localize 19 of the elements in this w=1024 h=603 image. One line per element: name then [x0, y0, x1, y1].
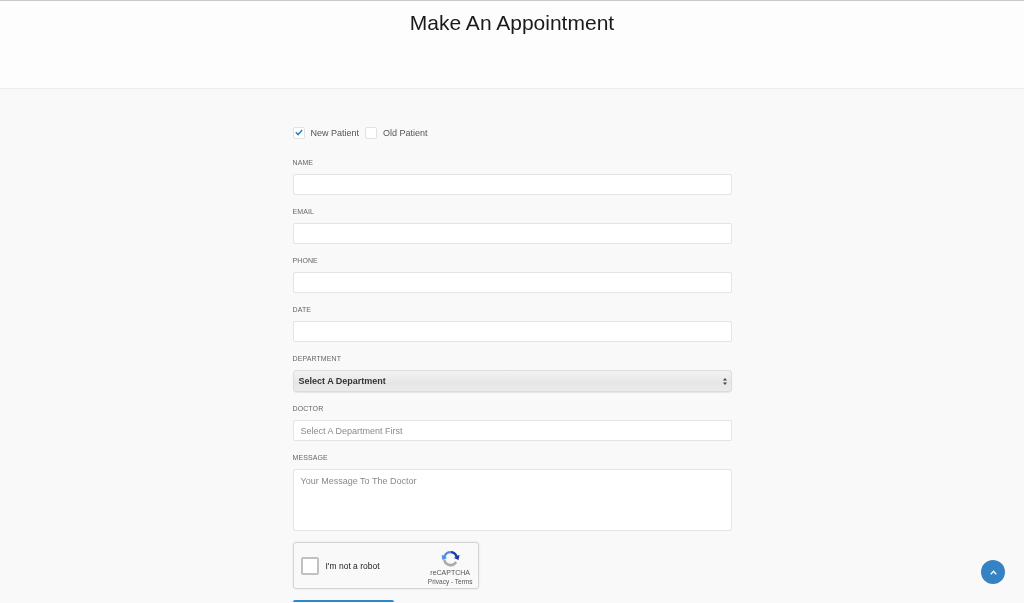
- checkmark-icon: [294, 129, 303, 136]
- circular-arrows-logo-icon: [440, 548, 460, 568]
- checkbox[interactable]: [292, 126, 305, 139]
- checkbox-label: Old Patient: [383, 126, 428, 139]
- text-input[interactable]: [292, 272, 732, 293]
- chevron-up-icon: [989, 569, 997, 575]
- updown-arrows-icon: [722, 377, 727, 385]
- text-input[interactable]: [292, 321, 732, 342]
- department-select[interactable]: Select A Department: [292, 370, 732, 392]
- back-to-top-button[interactable]: [981, 560, 1005, 584]
- checkbox-label: New Patient: [310, 126, 360, 139]
- captcha-label: I'm not a robot: [325, 560, 381, 571]
- text-input[interactable]: [292, 174, 732, 195]
- text-input[interactable]: [292, 223, 732, 244]
- checkbox[interactable]: [365, 126, 378, 139]
- message-textarea[interactable]: Your Message To The Doctor: [292, 469, 732, 531]
- text-input[interactable]: Select A Department First: [292, 420, 732, 441]
- page-title: Make An Appointment: [409, 11, 615, 35]
- captcha-checkbox[interactable]: [300, 556, 319, 575]
